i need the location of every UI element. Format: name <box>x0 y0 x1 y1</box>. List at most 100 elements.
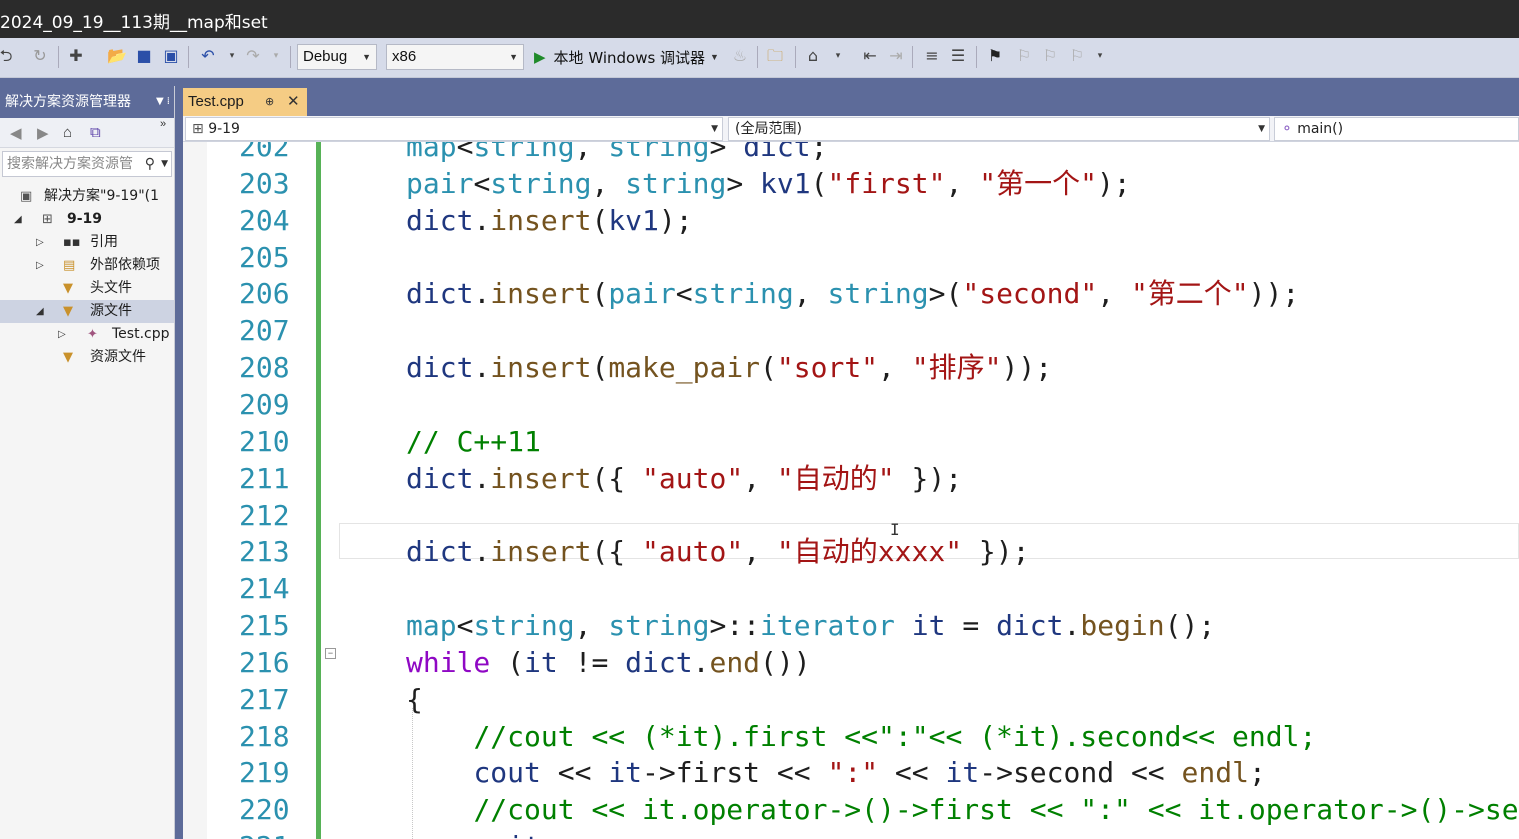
code-editor[interactable]: − 202 map<string, string> dict; 203 pair<st… <box>183 142 1519 839</box>
tree-item-label: 9-19 <box>67 211 103 227</box>
code-line[interactable]: 217 { <box>183 681 1519 718</box>
code-line[interactable]: 203 pair<string, string> kv1("first", "第一… <box>183 165 1519 202</box>
scope-dropdown[interactable]: (全局范围) ▼ <box>728 117 1270 141</box>
code-line[interactable]: 202 map<string, string> dict; <box>183 142 1519 165</box>
tree-item-header-files[interactable]: ▼ 头文件 <box>0 277 174 300</box>
code-line[interactable]: 213 dict.insert({ "auto", "自动的xxxx" }); <box>183 533 1519 570</box>
tab-test-cpp[interactable]: Test.cpp ⊕ ✕ <box>183 88 307 116</box>
clear-bookmarks-icon[interactable]: ⚐ <box>1067 46 1087 66</box>
expanded-icon[interactable]: ◢ <box>36 300 44 323</box>
tree-item-test-cpp[interactable]: ▷ ✦ Test.cpp <box>0 323 174 346</box>
next-bookmark-icon[interactable]: ⚐ <box>1040 46 1060 66</box>
undo-dropdown-icon[interactable]: ▾ <box>222 46 242 66</box>
tree-item-solution[interactable]: ▣ 解决方案"9-19"(1 <box>0 185 174 208</box>
code-line[interactable]: 214 <box>183 570 1519 607</box>
code-line[interactable]: 216 while (it != dict.end()) <box>183 644 1519 681</box>
main-toolbar: ⮌ ↻ ✚ 📂 ■ ▣ ↶ ▾ ↷ ▾ Debug ▼ x86 ▼ ▶ 本地 W… <box>0 38 1519 78</box>
line-number: 218 <box>239 719 290 753</box>
line-number: 219 <box>239 756 290 790</box>
hot-reload-icon[interactable]: ♨ <box>730 46 750 66</box>
find-in-files-icon[interactable]: 🗀 <box>765 46 785 66</box>
toolbar-overflow-icon[interactable]: ▾ <box>1090 46 1110 66</box>
comment-icon[interactable]: ⇥ <box>886 46 906 66</box>
toolbar-separator <box>188 46 189 68</box>
toolbar-separator <box>290 46 291 68</box>
code-line[interactable]: 221 ++it; <box>183 828 1519 839</box>
code-line[interactable]: 220 //cout << it.operator->()->first << … <box>183 791 1519 828</box>
redo-dropdown-icon[interactable]: ▾ <box>266 46 286 66</box>
line-number: 213 <box>239 535 290 569</box>
line-number: 207 <box>239 314 290 348</box>
bookmark-icon[interactable]: ⚑ <box>985 46 1005 66</box>
expanded-icon[interactable]: ◢ <box>14 208 22 231</box>
toolbar-separator <box>976 46 977 68</box>
chevron-down-icon: ▼ <box>710 52 719 62</box>
redo-icon[interactable]: ↷ <box>243 46 263 66</box>
indent-icon[interactable]: ☰ <box>948 46 968 66</box>
switch-views-icon[interactable]: ⧉ <box>90 124 101 141</box>
back-icon[interactable]: ◀ <box>10 124 22 142</box>
open-folder-icon[interactable]: 📂 <box>107 46 127 66</box>
document-tabs: Test.cpp ⊕ ✕ <box>183 86 1519 116</box>
save-icon[interactable]: ■ <box>134 46 154 66</box>
configuration-select[interactable]: Debug ▼ <box>297 44 377 70</box>
solution-search-input[interactable]: 搜索解决方案资源管 ⚲ ▼ <box>2 151 172 177</box>
platform-value: x86 <box>392 48 417 65</box>
new-project-icon[interactable]: ✚ <box>66 46 86 66</box>
platform-select[interactable]: x86 ▼ <box>386 44 524 70</box>
close-icon[interactable]: ✕ <box>287 88 300 116</box>
search-icon[interactable]: ⚲ <box>145 152 155 176</box>
collapsed-icon[interactable]: ▷ <box>36 231 44 254</box>
toolbar-separator <box>912 46 913 68</box>
overflow-icon[interactable]: » <box>160 118 166 130</box>
code-line[interactable]: 205 <box>183 239 1519 276</box>
solution-explorer: 解决方案资源管理器 ▼ ⁞ ◀ ▶ ⌂ ⧉ » 搜索解决方案资源管 ⚲ ▼ ▣ … <box>0 86 175 839</box>
cpp-file-icon: ✦ <box>87 327 98 342</box>
tree-item-references[interactable]: ▷ ▪▪ 引用 <box>0 231 174 254</box>
outdent-icon[interactable]: ≡ <box>922 46 942 66</box>
code-line[interactable]: 207 <box>183 312 1519 349</box>
start-debugging-button[interactable]: ▶ 本地 Windows 调试器 ▼ <box>534 46 719 68</box>
toolbar-separator <box>757 46 758 68</box>
tree-item-resource-files[interactable]: ▼ 资源文件 <box>0 346 174 369</box>
tree-item-project[interactable]: ◢ ⊞ 9-19 <box>0 208 174 231</box>
project-nav-icon: ⊞ <box>192 121 209 137</box>
step-icon[interactable]: ⇤ <box>860 46 880 66</box>
code-line[interactable]: 206 dict.insert(pair<string, string>("sec… <box>183 275 1519 312</box>
chevron-down-icon[interactable]: ▼ <box>161 152 168 176</box>
code-line[interactable]: 219 cout << it->first << ":" << it->seco… <box>183 754 1519 791</box>
collapsed-icon[interactable]: ▷ <box>36 254 44 277</box>
line-number: 216 <box>239 645 290 679</box>
pane-options-icon[interactable]: ▼ ⁞ <box>156 86 170 118</box>
back-icon[interactable]: ⮌ <box>0 46 16 66</box>
home-icon[interactable]: ⌂ <box>63 124 72 141</box>
filter-folder-icon: ▼ <box>63 281 73 296</box>
save-all-icon[interactable]: ▣ <box>161 46 181 66</box>
chevron-down-icon: ▼ <box>711 124 718 134</box>
code-line[interactable]: 218 //cout << (*it).first <<":"<< (*it).… <box>183 718 1519 755</box>
code-line[interactable]: 204 dict.insert(kv1); <box>183 202 1519 239</box>
browser-dropdown-icon[interactable]: ▾ <box>828 46 848 66</box>
member-dropdown[interactable]: ⚬ main() <box>1274 117 1519 141</box>
code-text: ++it; <box>406 828 557 839</box>
forward-icon[interactable]: ↻ <box>30 46 50 66</box>
forward-icon[interactable]: ▶ <box>37 124 49 142</box>
code-line[interactable]: 210 // C++11 <box>183 423 1519 460</box>
code-line[interactable]: 211 dict.insert({ "auto", "自动的" }); <box>183 460 1519 497</box>
prev-bookmark-icon[interactable]: ⚐ <box>1014 46 1034 66</box>
tree-item-source-files[interactable]: ◢ ▼ 源文件 <box>0 300 174 323</box>
pane-splitter[interactable] <box>175 86 183 839</box>
browser-link-icon[interactable]: ⌂ <box>803 46 823 66</box>
code-line[interactable]: 208 dict.insert(make_pair("sort", "排序")); <box>183 349 1519 386</box>
external-deps-icon: ▤ <box>63 258 76 273</box>
tree-item-external-deps[interactable]: ▷ ▤ 外部依赖项 <box>0 254 174 277</box>
collapsed-icon[interactable]: ▷ <box>58 323 66 346</box>
code-line[interactable]: 215 map<string, string>::iterator it = di… <box>183 607 1519 644</box>
project-dropdown[interactable]: ⊞ 9-19 ▼ <box>185 117 723 141</box>
undo-icon[interactable]: ↶ <box>198 46 218 66</box>
code-line[interactable]: 209 <box>183 386 1519 423</box>
code-line[interactable]: 212 <box>183 497 1519 534</box>
filter-folder-icon: ▼ <box>63 304 73 319</box>
solution-explorer-toolbar: ◀ ▶ ⌂ ⧉ » <box>0 118 174 148</box>
pin-icon[interactable]: ⊕ <box>265 88 274 116</box>
